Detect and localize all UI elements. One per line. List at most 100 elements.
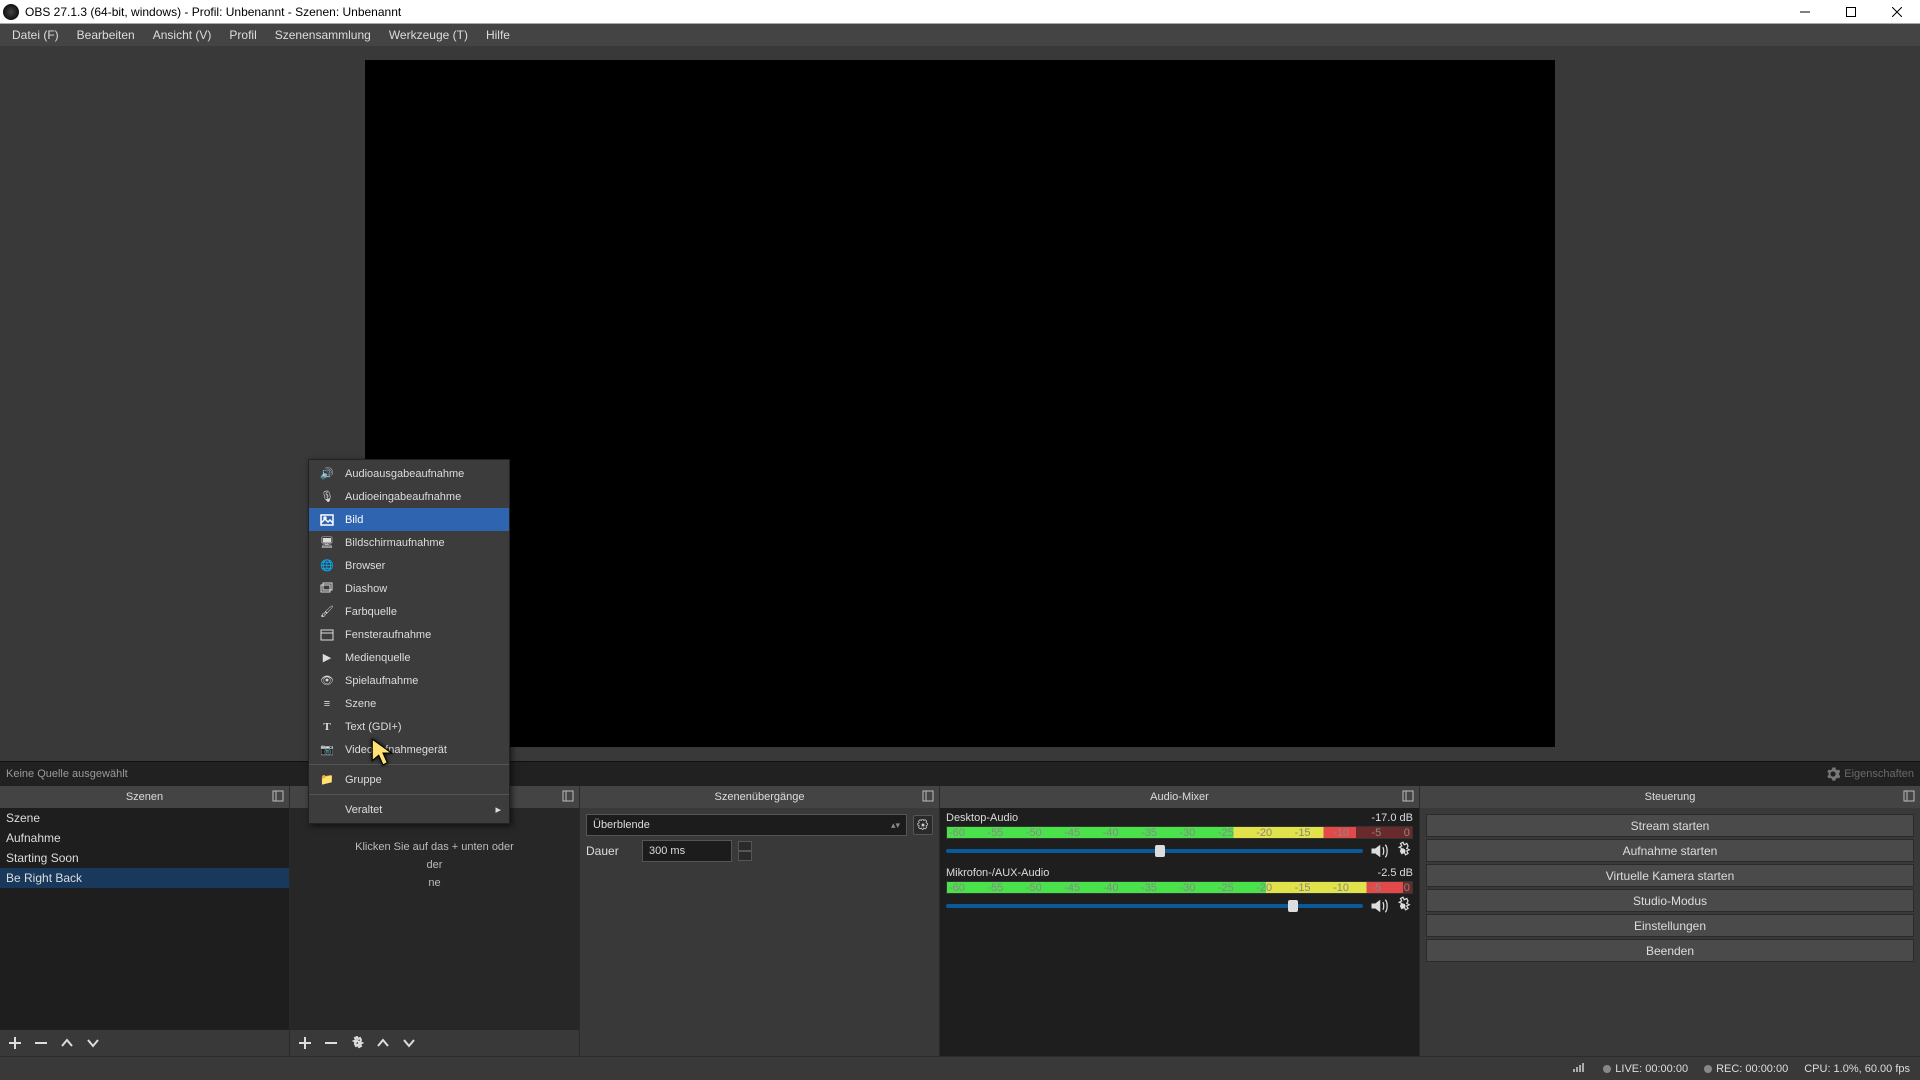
source-up-button[interactable] — [374, 1034, 392, 1052]
menu-help[interactable]: Hilfe — [478, 25, 518, 45]
add-source-context-menu: 🔊Audioausgabeaufnahme 🎙Audioeingabeaufna… — [308, 459, 510, 824]
controls-body: Stream starten Aufnahme starten Virtuell… — [1420, 808, 1920, 1056]
transitions-body: Überblende ▴▾ Dauer 300 ms — [580, 808, 939, 1056]
remove-scene-button[interactable] — [32, 1034, 50, 1052]
live-status: LIVE: 00:00:00 — [1603, 1063, 1688, 1075]
cm-item-scene[interactable]: ≡Szene — [309, 692, 509, 715]
start-virtual-cam-button[interactable]: Virtuelle Kamera starten — [1426, 864, 1914, 887]
source-down-button[interactable] — [400, 1034, 418, 1052]
cm-item-group[interactable]: 📁Gruppe — [309, 768, 509, 791]
scenes-title: Szenen — [126, 791, 163, 803]
add-scene-button[interactable] — [6, 1034, 24, 1052]
maximize-button[interactable] — [1828, 0, 1874, 23]
start-stream-button[interactable]: Stream starten — [1426, 814, 1914, 837]
duration-input[interactable]: 300 ms — [642, 840, 732, 862]
sources-toolbar — [290, 1030, 579, 1056]
transition-settings-button[interactable] — [913, 815, 933, 835]
menu-view[interactable]: Ansicht (V) — [145, 25, 220, 45]
chevron-updown-icon: ▴▾ — [891, 820, 900, 831]
controls-header: Steuerung — [1420, 786, 1920, 808]
scene-item[interactable]: Starting Soon — [0, 848, 289, 868]
mute-button[interactable] — [1369, 841, 1389, 861]
properties-label: Eigenschaften — [1844, 768, 1914, 780]
scene-up-button[interactable] — [58, 1034, 76, 1052]
cm-item-media-source[interactable]: ▶Medienquelle — [309, 646, 509, 669]
cm-item-audio-input[interactable]: 🎙Audioeingabeaufnahme — [309, 485, 509, 508]
add-source-button[interactable] — [296, 1034, 314, 1052]
menu-scenecollection[interactable]: Szenensammlung — [267, 25, 379, 45]
popout-icon[interactable] — [921, 789, 935, 803]
scenes-dock: Szenen Szene Aufnahme Starting Soon Be R… — [0, 786, 290, 1056]
menu-tools[interactable]: Werkzeuge (T) — [381, 25, 476, 45]
channel-db: -2.5 dB — [1378, 867, 1413, 879]
scene-item[interactable]: Be Right Back — [0, 868, 289, 888]
obs-main-window: OBS 27.1.3 (64-bit, windows) - Profil: U… — [0, 0, 1920, 1080]
sources-list[interactable]: Klicken Sie auf das + unten oder der ne — [290, 808, 579, 1030]
duration-spinner[interactable] — [738, 841, 752, 861]
transitions-dock: Szenenübergänge Überblende ▴▾ Dauer 300 … — [580, 786, 940, 1056]
popout-icon[interactable] — [1902, 789, 1916, 803]
sources-empty-hint: Klicken Sie auf das + unten oder der ne — [302, 838, 567, 892]
scenes-toolbar — [0, 1030, 289, 1056]
menu-profile[interactable]: Profil — [221, 25, 264, 45]
start-recording-button[interactable]: Aufnahme starten — [1426, 839, 1914, 862]
sources-dock: Quellen Klicken Sie auf das + unten oder… — [290, 786, 580, 1056]
volume-slider[interactable] — [946, 849, 1363, 853]
duration-label: Dauer — [586, 844, 636, 858]
preview-canvas[interactable] — [365, 60, 1555, 746]
popout-icon[interactable] — [561, 789, 575, 803]
popout-icon[interactable] — [1401, 789, 1415, 803]
cm-item-deprecated[interactable]: Veraltet▸ — [309, 798, 509, 821]
audio-meter: -60-55-50-45-40-35-30-25-20-15-10-50 — [946, 826, 1413, 839]
text-icon: T — [319, 719, 335, 735]
cm-item-game-capture[interactable]: 👁Spielaufnahme — [309, 669, 509, 692]
monitor-icon: 🖥 — [319, 535, 335, 551]
cm-item-color-source[interactable]: 🖌Farbquelle — [309, 600, 509, 623]
rec-status: REC: 00:00:00 — [1704, 1063, 1788, 1075]
mixer-channel: Desktop-Audio-17.0 dB -60-55-50-45-40-35… — [946, 812, 1413, 861]
cm-item-image[interactable]: Bild — [309, 508, 509, 531]
image-icon — [319, 512, 335, 528]
obs-logo-icon — [3, 4, 19, 20]
mute-button[interactable] — [1369, 896, 1389, 916]
exit-button[interactable]: Beenden — [1426, 939, 1914, 962]
volume-slider[interactable] — [946, 904, 1363, 908]
preview-area[interactable] — [0, 46, 1920, 761]
slideshow-icon — [319, 581, 335, 597]
scene-list[interactable]: Szene Aufnahme Starting Soon Be Right Ba… — [0, 808, 289, 1030]
transitions-header: Szenenübergänge — [580, 786, 939, 808]
cm-item-window-capture[interactable]: Fensteraufnahme — [309, 623, 509, 646]
remove-source-button[interactable] — [322, 1034, 340, 1052]
menu-file[interactable]: Datei (F) — [4, 25, 67, 45]
window-titlebar: OBS 27.1.3 (64-bit, windows) - Profil: U… — [0, 0, 1920, 24]
scene-item[interactable]: Szene — [0, 808, 289, 828]
cm-item-display-capture[interactable]: 🖥Bildschirmaufnahme — [309, 531, 509, 554]
cm-item-browser[interactable]: 🌐Browser — [309, 554, 509, 577]
controls-dock: Steuerung Stream starten Aufnahme starte… — [1420, 786, 1920, 1056]
scenes-header: Szenen — [0, 786, 289, 808]
cm-item-audio-output[interactable]: 🔊Audioausgabeaufnahme — [309, 462, 509, 485]
transition-select[interactable]: Überblende ▴▾ — [586, 814, 907, 836]
channel-name: Mikrofon-/AUX-Audio — [946, 867, 1049, 879]
cm-item-text[interactable]: TText (GDI+) — [309, 715, 509, 738]
channel-settings-button[interactable] — [1393, 841, 1413, 861]
window-title: OBS 27.1.3 (64-bit, windows) - Profil: U… — [25, 5, 1782, 19]
transitions-title: Szenenübergänge — [715, 791, 805, 803]
close-button[interactable] — [1874, 0, 1920, 23]
cpu-status: CPU: 1.0%, 60.00 fps — [1804, 1063, 1910, 1075]
menu-edit[interactable]: Bearbeiten — [69, 25, 143, 45]
channel-settings-button[interactable] — [1393, 896, 1413, 916]
scene-down-button[interactable] — [84, 1034, 102, 1052]
cm-item-slideshow[interactable]: Diashow — [309, 577, 509, 600]
folder-icon: 📁 — [319, 772, 335, 788]
popout-icon[interactable] — [271, 789, 285, 803]
scene-item[interactable]: Aufnahme — [0, 828, 289, 848]
minimize-button[interactable] — [1782, 0, 1828, 23]
camera-icon: 📷 — [319, 742, 335, 758]
brush-icon: 🖌 — [319, 604, 335, 620]
settings-button[interactable]: Einstellungen — [1426, 914, 1914, 937]
cm-item-video-capture[interactable]: 📷Videoaufnahmegerät — [309, 738, 509, 761]
studio-mode-button[interactable]: Studio-Modus — [1426, 889, 1914, 912]
channel-db: -17.0 dB — [1371, 812, 1413, 824]
source-settings-button[interactable] — [348, 1034, 366, 1052]
